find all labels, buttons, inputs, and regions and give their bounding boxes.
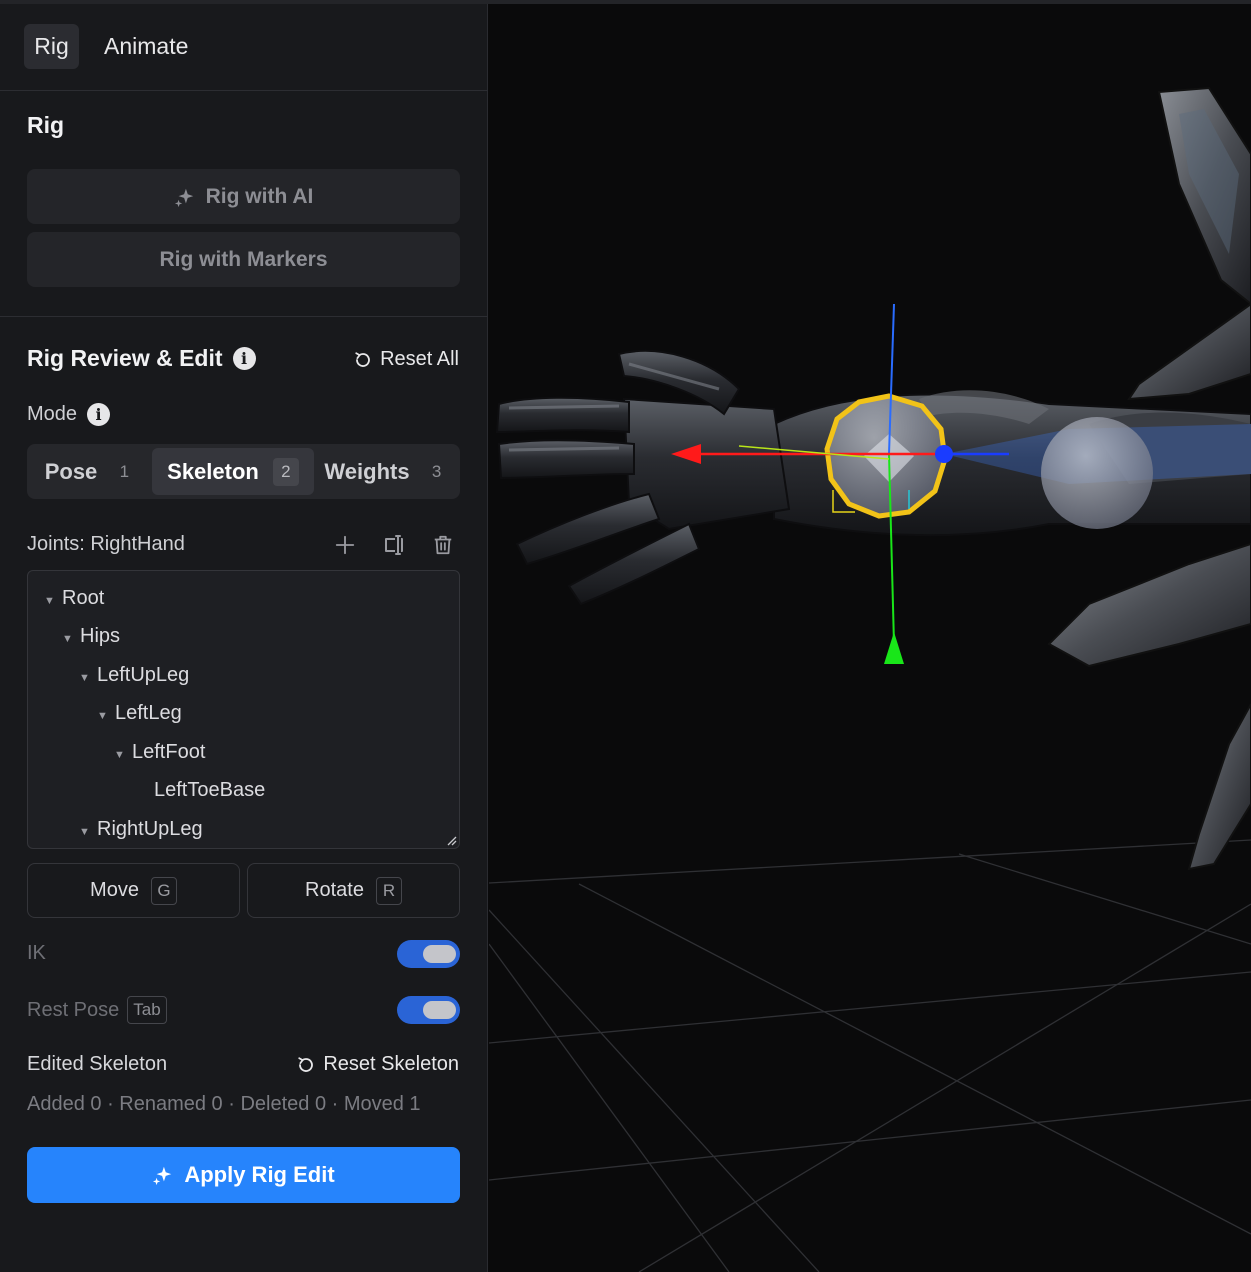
rotate-label: Rotate: [305, 879, 364, 901]
rotate-shortcut: R: [375, 876, 402, 905]
rest-pose-shortcut: Tab: [127, 996, 167, 1024]
mode-weights-shortcut: 3: [431, 461, 442, 481]
mode-pose-button[interactable]: Pose 1: [31, 448, 151, 495]
sparkle-icon: [153, 1166, 172, 1186]
caret-down-icon[interactable]: ▼: [79, 817, 97, 847]
tree-item-leftfoot[interactable]: ▼ LeftFoot: [114, 737, 205, 767]
tree-item-lefttoebase[interactable]: LeftToeBase: [154, 775, 265, 805]
review-section-header: Rig Review & Edit i: [27, 345, 256, 372]
rest-pose-toggle[interactable]: [397, 996, 460, 1024]
ik-toggle[interactable]: [397, 940, 460, 968]
rig-with-markers-label: Rig with Markers: [159, 247, 328, 271]
floor-grid: [489, 839, 1251, 1272]
add-joint-button[interactable]: [331, 531, 359, 559]
tab-animate[interactable]: Animate: [94, 24, 198, 69]
sparkle-icon: [174, 188, 193, 207]
y-axis-handle[interactable]: [884, 632, 904, 664]
info-icon[interactable]: i: [87, 403, 111, 426]
tree-item-label: LeftLeg: [115, 702, 182, 724]
caret-down-icon[interactable]: ▼: [97, 701, 115, 731]
caret-down-icon[interactable]: ▼: [79, 663, 97, 693]
rig-with-ai-label: Rig with AI: [205, 184, 314, 208]
reset-all-label: Reset All: [380, 348, 459, 370]
apply-rig-edit-label: Apply Rig Edit: [184, 1162, 335, 1187]
mode-tabs: Rig Animate: [0, 4, 488, 91]
rig-section-title: Rig: [27, 112, 65, 138]
caret-down-icon[interactable]: ▼: [114, 740, 132, 770]
toggle-knob: [423, 945, 456, 963]
mode-row: Mode i: [27, 403, 111, 426]
caret-down-icon[interactable]: ▼: [44, 586, 62, 616]
reset-icon: [298, 1056, 314, 1072]
rotate-button[interactable]: Rotate R: [247, 863, 460, 918]
joints-label: Joints: RightHand: [27, 533, 185, 555]
resize-grip-icon[interactable]: [445, 834, 457, 846]
mode-pose-shortcut: 1: [119, 461, 130, 481]
delete-joint-button[interactable]: [429, 531, 457, 559]
tree-item-label: LeftUpLeg: [97, 664, 190, 686]
tree-item-label: Hips: [80, 625, 121, 647]
tree-item-hips[interactable]: ▼ Hips: [62, 621, 120, 651]
mode-weights-label: Weights: [324, 458, 410, 484]
reset-all-button[interactable]: Reset All: [354, 348, 459, 371]
mode-skeleton-shortcut: 2: [272, 457, 299, 486]
info-icon[interactable]: i: [232, 347, 256, 370]
selected-joint-righthand[interactable]: [824, 393, 948, 519]
move-shortcut: G: [150, 876, 177, 905]
reset-skeleton-label: Reset Skeleton: [323, 1053, 459, 1075]
joint-tree[interactable]: ▼ Root ▼ Hips ▼ LeftUpLeg ▼ LeftLeg ▼ LeftFoo…: [27, 570, 460, 849]
mode-weights-button[interactable]: Weights 3: [317, 448, 457, 495]
move-label: Move: [90, 879, 139, 901]
3d-viewport[interactable]: [489, 4, 1251, 1272]
section-divider: [0, 316, 488, 317]
ik-label: IK: [27, 942, 46, 964]
trash-icon: [434, 535, 452, 555]
rest-pose-row-label: Rest Pose Tab: [27, 996, 167, 1024]
edit-stats: Added 0 · Renamed 0 · Deleted 0 · Moved …: [27, 1093, 421, 1115]
edited-skeleton-label: Edited Skeleton: [27, 1053, 168, 1075]
review-section-title: Rig Review & Edit: [27, 345, 223, 371]
tree-item-label: LeftFoot: [132, 741, 206, 763]
tree-item-leftupleg[interactable]: ▼ LeftUpLeg: [79, 660, 189, 690]
apply-rig-edit-button[interactable]: Apply Rig Edit: [27, 1147, 460, 1203]
mode-skeleton-label: Skeleton: [167, 458, 259, 484]
tab-rig[interactable]: Rig: [24, 24, 79, 69]
move-button[interactable]: Move G: [27, 863, 240, 918]
tree-item-label: RightUpLeg: [97, 818, 203, 840]
toggle-knob: [423, 1001, 456, 1019]
reset-skeleton-button[interactable]: Reset Skeleton: [297, 1053, 459, 1076]
mode-segmented-control: Pose 1 Skeleton 2 Weights 3: [27, 444, 460, 499]
plus-icon: [335, 535, 355, 555]
rename-icon: [385, 535, 403, 555]
mode-label: Mode: [27, 403, 78, 425]
elbow-joint[interactable]: [1041, 417, 1153, 529]
rig-with-ai-button[interactable]: Rig with AI: [27, 169, 460, 224]
reset-icon: [355, 351, 370, 367]
ik-row-label: IK: [27, 942, 46, 965]
mode-pose-label: Pose: [44, 458, 98, 484]
tree-item-leftleg[interactable]: ▼ LeftLeg: [97, 698, 182, 728]
z-axis-handle[interactable]: [935, 445, 953, 463]
tree-item-label: LeftToeBase: [154, 779, 266, 801]
rest-pose-label: Rest Pose: [27, 998, 120, 1021]
tree-item-root[interactable]: ▼ Root: [44, 583, 104, 613]
mode-skeleton-button[interactable]: Skeleton 2: [152, 448, 314, 495]
tree-item-rightupleg[interactable]: ▼ RightUpLeg: [79, 814, 203, 844]
rig-with-markers-button[interactable]: Rig with Markers: [27, 232, 460, 287]
left-panel: Rig Animate Rig Rig with AI Rig with Mar…: [0, 4, 488, 1272]
rename-joint-button[interactable]: [380, 531, 408, 559]
tree-item-label: Root: [62, 587, 105, 609]
scene-canvas[interactable]: [489, 4, 1251, 1272]
caret-down-icon[interactable]: ▼: [62, 624, 80, 654]
